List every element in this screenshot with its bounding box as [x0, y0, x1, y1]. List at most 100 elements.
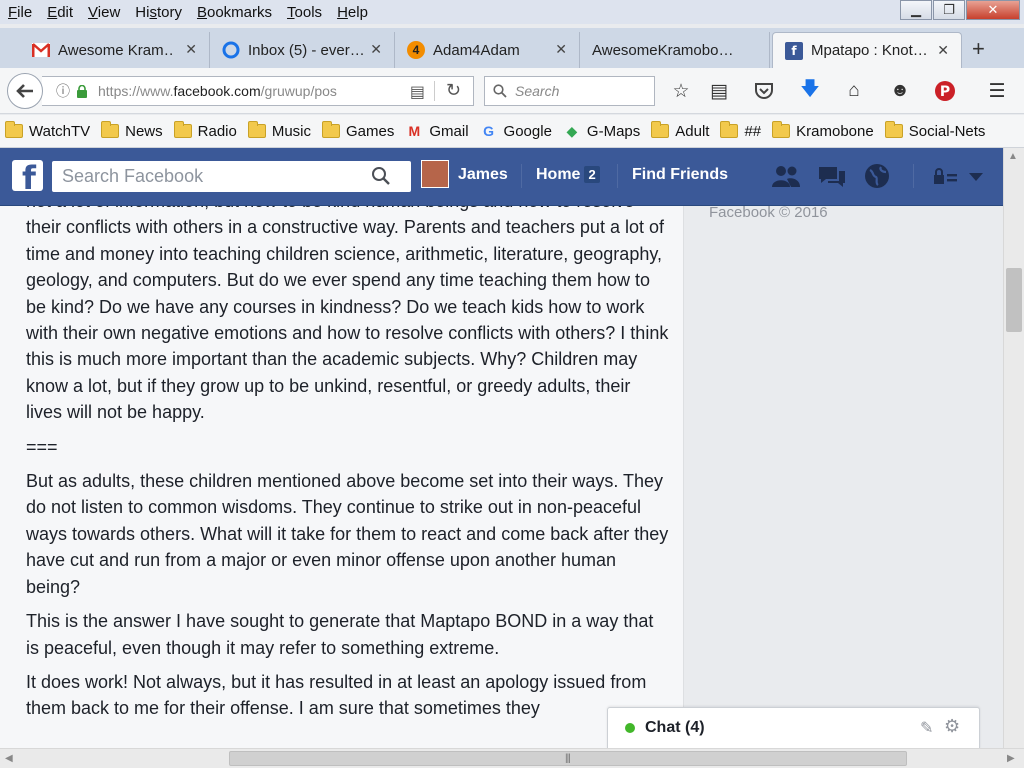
folder-icon: [720, 121, 739, 138]
url-text[interactable]: https://www.facebook.com/gruwup/pos: [98, 83, 368, 99]
chat-label: Chat (4): [645, 719, 705, 736]
messages-icon[interactable]: [817, 162, 847, 190]
bookmark-label: Gmail: [429, 122, 469, 140]
bookmarks-bar: WatchTV News Radio Music Games M Gmail G Google ◆…: [0, 115, 1024, 148]
tab-close-icon[interactable]: ✕: [555, 41, 567, 58]
post-paragraph: not a lot of information, but how to be …: [26, 206, 669, 423]
new-tab-icon[interactable]: +: [972, 36, 985, 62]
minimize-button[interactable]: ▁: [900, 0, 932, 20]
bookmark-label: Google: [503, 122, 552, 140]
facebook-icon: f: [785, 41, 803, 60]
tab-close-icon[interactable]: ✕: [937, 42, 949, 59]
hamburger-menu-icon[interactable]: ☰: [985, 79, 1009, 103]
gmail-icon: [32, 41, 50, 59]
navigation-bar: ⓘ https://www.facebook.com/gruwup/pos ▤ …: [0, 68, 1024, 114]
bookmark-social-nets[interactable]: Social-Nets: [884, 121, 985, 140]
pocket-icon[interactable]: [752, 79, 776, 103]
adam4adam-icon: 4: [407, 41, 425, 59]
menu-item-help[interactable]: Help: [329, 4, 375, 21]
bookmark-radio[interactable]: Radio: [173, 121, 237, 140]
chat-sidebar-toggle[interactable]: Chat (4) ✎ ⚙: [607, 707, 980, 750]
menu-item-edit[interactable]: Edit: [39, 4, 80, 21]
facebook-search-input[interactable]: Search Facebook: [52, 161, 411, 192]
profile-link[interactable]: James: [458, 166, 508, 184]
menu-item-tools[interactable]: Tools: [279, 4, 329, 21]
close-window-button[interactable]: ✕: [966, 0, 1020, 20]
folder-icon: [772, 121, 791, 138]
bookmark-music[interactable]: Music: [247, 121, 311, 140]
folder-icon: [173, 121, 192, 138]
facebook-logo-icon[interactable]: f: [12, 160, 43, 191]
search-icon[interactable]: [371, 166, 391, 186]
gmail-icon: M: [408, 123, 421, 139]
tab-close-icon[interactable]: ✕: [370, 41, 382, 58]
folder-icon: [884, 121, 903, 138]
post-paragraph: ===: [26, 436, 58, 457]
bookmark-label: News: [125, 122, 163, 140]
bookmark--[interactable]: ##: [720, 121, 761, 140]
bookmark-star-icon[interactable]: ☆: [669, 79, 693, 103]
pinterest-icon[interactable]: P: [933, 79, 957, 103]
facebook-header: f Search Facebook James Home 2 Find Frien…: [0, 148, 1003, 206]
scroll-right-icon[interactable]: ▶: [1007, 753, 1015, 764]
scrollbar-thumb[interactable]: [1006, 268, 1022, 332]
back-button[interactable]: [7, 73, 43, 109]
url-bar[interactable]: ⓘ https://www.facebook.com/gruwup/pos ▤ …: [42, 76, 474, 106]
post-paragraph: But as adults, these children mentioned …: [26, 471, 669, 597]
maps-icon: ◆: [566, 122, 578, 139]
info-icon[interactable]: ⓘ: [56, 81, 70, 101]
reload-icon[interactable]: ↻: [446, 80, 461, 101]
compose-icon[interactable]: ✎: [920, 718, 933, 738]
home-link[interactable]: Home 2: [536, 166, 600, 184]
bookmark-google[interactable]: G Google: [480, 122, 552, 140]
tab-inbox[interactable]: Inbox (5) - ever… ✕: [210, 32, 395, 68]
tab-mpatapo[interactable]: f Mpatapo : Knot… ✕: [772, 32, 962, 68]
google-icon: G: [483, 123, 494, 139]
bookmark-watchtv[interactable]: WatchTV: [5, 121, 91, 140]
menu-item-bookmarks[interactable]: Bookmarks: [189, 4, 279, 21]
reading-list-icon[interactable]: ▤: [707, 79, 731, 103]
menu-item-file[interactable]: File: [0, 4, 39, 21]
back-arrow-icon: [16, 84, 33, 98]
gear-icon[interactable]: ⚙: [944, 716, 960, 737]
download-icon[interactable]: 🡇: [798, 79, 822, 103]
menu-item-history[interactable]: History: [127, 4, 189, 21]
tab-awesome-kramobo[interactable]: AwesomeKramobo…: [580, 32, 770, 68]
reader-view-icon[interactable]: ▤: [410, 82, 425, 102]
avatar[interactable]: [421, 160, 449, 188]
scroll-left-icon[interactable]: ◀: [5, 753, 13, 764]
tab-strip: Awesome Kram… ✕ Inbox (5) - ever… ✕ 4 Ad…: [0, 28, 1024, 68]
tab-adam4adam[interactable]: 4 Adam4Adam ✕: [395, 32, 580, 68]
bookmark-kramobone[interactable]: Kramobone: [772, 121, 874, 140]
bookmark-label: G-Maps: [586, 122, 641, 140]
scroll-up-icon[interactable]: ▲: [1008, 151, 1018, 162]
emoji-icon[interactable]: ☻: [888, 79, 912, 103]
tab-awesome-kram[interactable]: Awesome Kram… ✕: [20, 32, 210, 68]
bookmark-news[interactable]: News: [101, 121, 163, 140]
scrollbar-thumb[interactable]: |||: [229, 751, 907, 766]
search-bar[interactable]: Search: [484, 76, 655, 106]
maximize-button[interactable]: ❐: [933, 0, 965, 20]
menu-item-view[interactable]: View: [80, 4, 127, 21]
bookmark-games[interactable]: Games: [322, 121, 394, 140]
inbox-icon: [222, 41, 240, 59]
copyright-text: Facebook © 2016: [709, 204, 828, 221]
home-count-badge: 2: [584, 166, 600, 184]
folder-icon: [5, 121, 23, 138]
tab-close-icon[interactable]: ✕: [185, 41, 197, 58]
search-icon: [493, 84, 507, 98]
account-settings-icon[interactable]: [927, 162, 987, 190]
find-friends-link[interactable]: Find Friends: [632, 166, 728, 184]
bookmark-label: Adult: [675, 122, 710, 140]
vertical-scrollbar[interactable]: ▲: [1003, 148, 1024, 748]
bookmark-label: WatchTV: [29, 122, 91, 140]
folder-icon: [101, 121, 120, 138]
notifications-globe-icon[interactable]: [862, 162, 892, 190]
horizontal-scrollbar[interactable]: ◀ ||| ▶: [0, 748, 1024, 768]
online-status-icon: [625, 723, 635, 733]
bookmark-adult[interactable]: Adult: [651, 121, 710, 140]
bookmark-gmail[interactable]: M Gmail: [405, 122, 469, 140]
home-icon[interactable]: ⌂: [842, 79, 866, 103]
bookmark-g-maps[interactable]: ◆ G-Maps: [563, 122, 641, 140]
friend-requests-icon[interactable]: [771, 162, 801, 190]
